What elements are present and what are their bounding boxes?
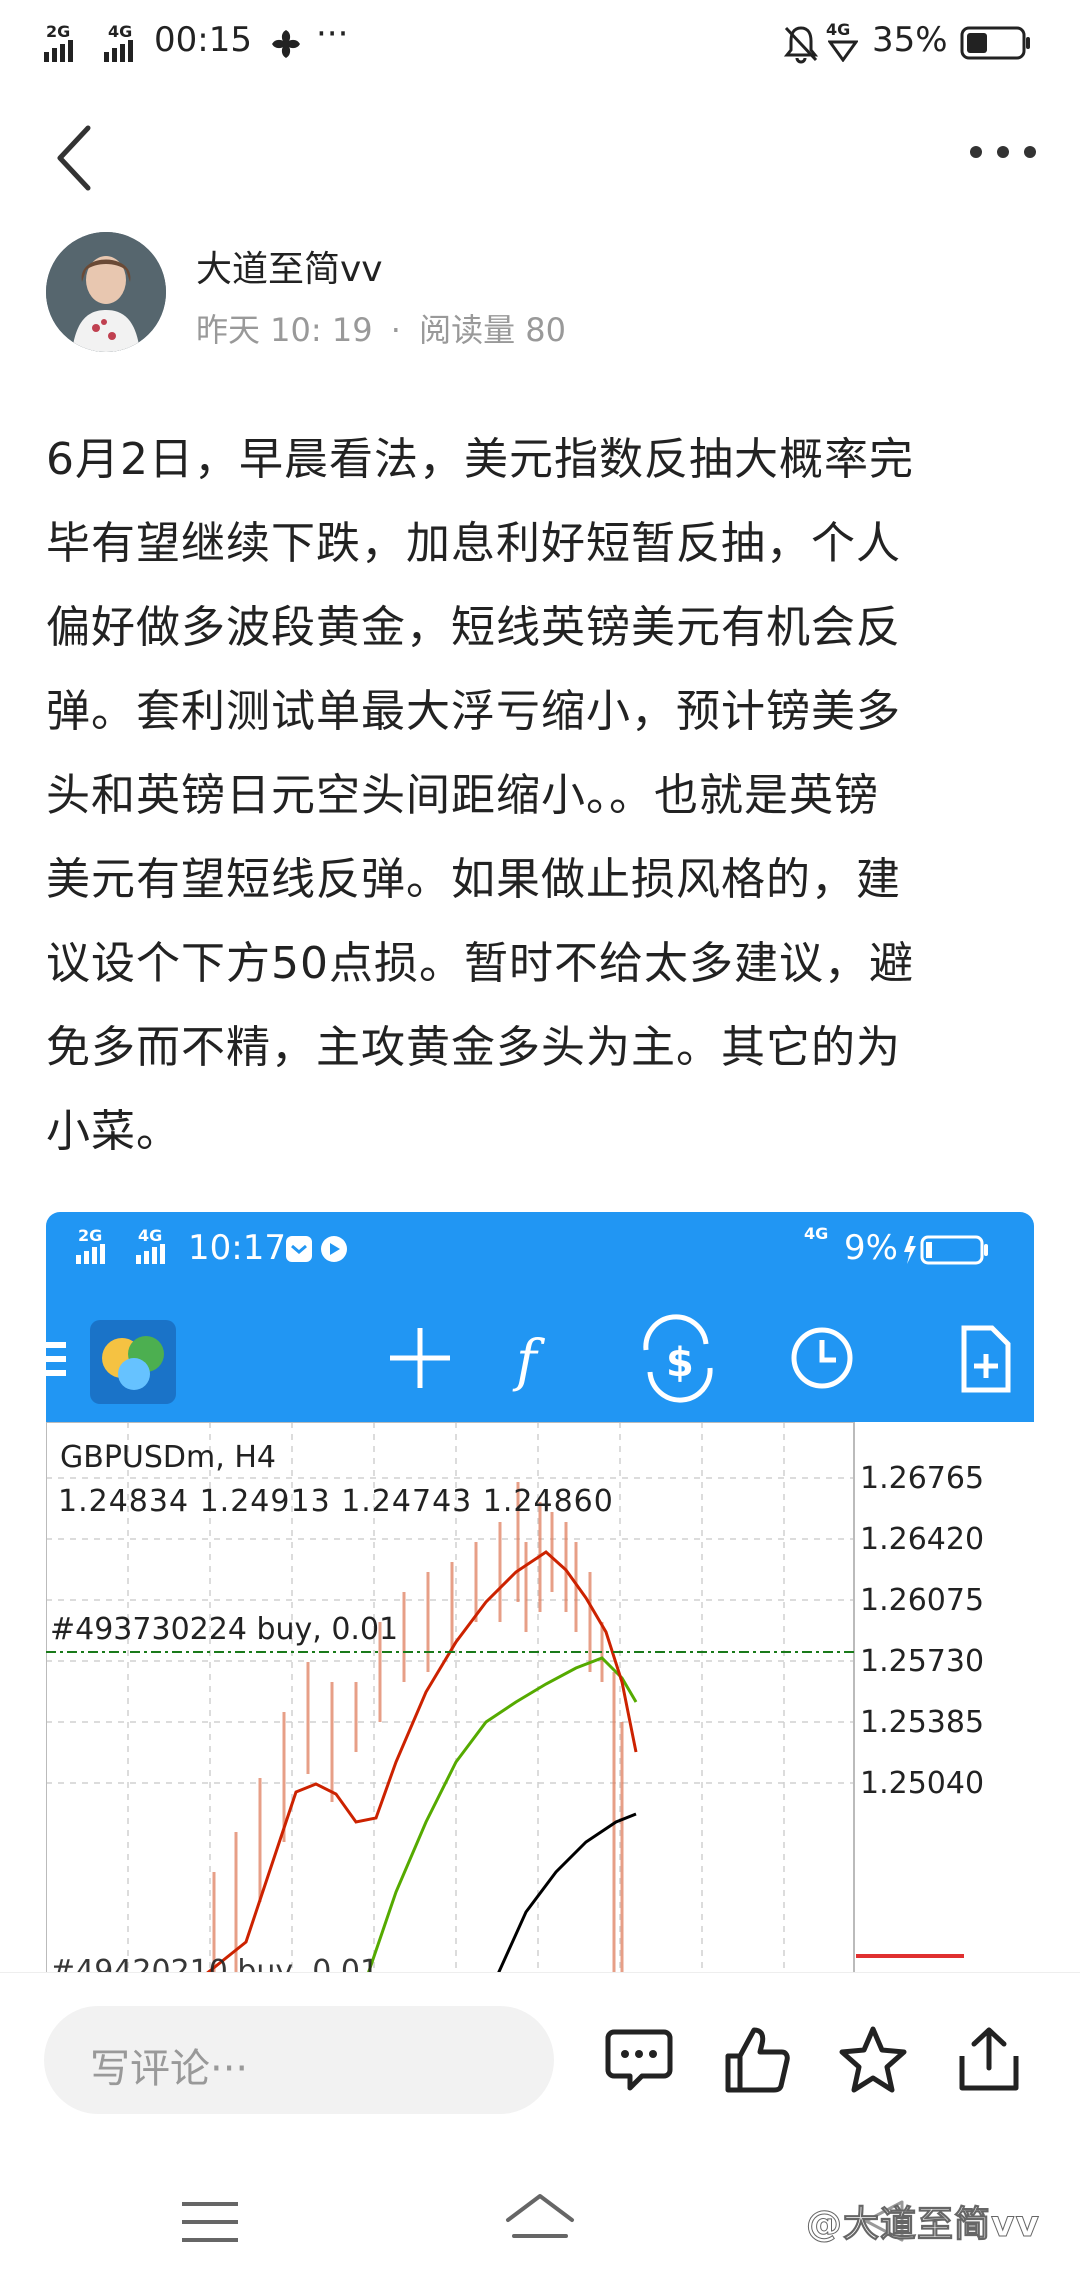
new-document-icon bbox=[961, 1325, 1011, 1393]
function-icon: f bbox=[512, 1329, 546, 1394]
order-label: #493730224 buy, 0.01 bbox=[50, 1612, 399, 1647]
more-notifications: ··· bbox=[316, 14, 349, 54]
embedded-toolbar: f $ bbox=[46, 1314, 1011, 1404]
price-tick-label: 1.25385 bbox=[860, 1705, 984, 1740]
signal-icon bbox=[44, 40, 73, 62]
back-icon[interactable] bbox=[52, 122, 102, 194]
status-bar: 2G 4G 00:15 ··· 4G 35% bbox=[0, 0, 1080, 84]
article-line: 小菜。 bbox=[46, 1106, 181, 1157]
price-tick-label: 1.25730 bbox=[860, 1644, 984, 1679]
network-4g-right-label: 4G bbox=[826, 20, 851, 39]
price-tick-label: 1.26075 bbox=[860, 1583, 984, 1618]
menu-lines-icon[interactable] bbox=[182, 2200, 238, 2244]
post-time: 昨天 10: 19 bbox=[196, 311, 373, 349]
embedded-notification-icons bbox=[286, 1236, 347, 1262]
embedded-status-bar: 2G 4G 10:17 4G 9% bbox=[46, 1212, 1034, 1292]
post-meta: 昨天 10: 19 · 阅读量 80 bbox=[196, 305, 566, 351]
post-image[interactable]: 2G 4G 10:17 4G 9% f $ 1.26765 1.26420 1.… bbox=[46, 1212, 1034, 1974]
embedded-signal-icon bbox=[76, 1244, 165, 1264]
more-options-icon[interactable] bbox=[968, 142, 1038, 162]
embedded-network-2g: 2G bbox=[78, 1226, 103, 1245]
mute-bell-icon bbox=[783, 26, 819, 64]
signal-triangle-icon bbox=[828, 40, 858, 62]
chart-symbol: GBPUSDm, H4 bbox=[60, 1440, 276, 1475]
article-body: 6月2日，早晨看法，美元指数反抽大概率完 毕有望继续下跌，加息利好短暂反抽，个人… bbox=[46, 418, 1036, 1174]
embedded-battery-icon bbox=[904, 1235, 988, 1265]
signal-icon bbox=[104, 40, 133, 62]
chart-ohlc: 1.24834 1.24913 1.24743 1.24860 bbox=[58, 1484, 614, 1519]
article-line: 美元有望短线反弹。如果做止损风格的，建 bbox=[46, 854, 901, 905]
share-icon[interactable] bbox=[954, 2024, 1024, 2096]
battery-percent: 35% bbox=[872, 20, 948, 60]
crosshair-icon bbox=[390, 1328, 450, 1388]
watermark: @大道至简vv bbox=[806, 2204, 1040, 2246]
comment-icon[interactable] bbox=[604, 2024, 674, 2096]
author-name[interactable]: 大道至简vv bbox=[196, 240, 383, 292]
embedded-network-4g: 4G bbox=[138, 1226, 163, 1245]
embedded-app-header: 2G 4G 10:17 4G 9% f $ bbox=[46, 1212, 1034, 1422]
current-price-marker bbox=[856, 1954, 964, 1958]
article-line: 头和英镑日元空头间距缩小。。也就是英镑 bbox=[46, 770, 879, 821]
price-tick-label: 1.26420 bbox=[860, 1522, 984, 1557]
star-icon[interactable] bbox=[838, 2024, 908, 2096]
order-label-2: #49420210 buy, 0.01 bbox=[50, 1954, 380, 1974]
price-tick-label: 1.25040 bbox=[860, 1766, 984, 1801]
network-4g-label: 4G bbox=[108, 22, 133, 41]
avatar-image bbox=[46, 232, 166, 352]
app-logo-icon bbox=[90, 1320, 176, 1404]
home-icon[interactable] bbox=[504, 2192, 576, 2248]
clock: 00:15 bbox=[154, 20, 252, 60]
svg-text:$: $ bbox=[666, 1340, 694, 1386]
article-line: 免多而不精，主攻黄金多头为主。其它的为 bbox=[46, 1022, 901, 1073]
article-line: 毕有望继续下跌，加息利好短暂反抽，个人 bbox=[46, 518, 901, 569]
battery-icon bbox=[960, 26, 1030, 60]
network-2g-label: 2G bbox=[46, 22, 71, 41]
menu-icon bbox=[46, 1342, 66, 1376]
article-line: 弹。套利测试单最大浮亏缩小，预计镑美多 bbox=[46, 686, 901, 737]
clock-icon bbox=[791, 1327, 853, 1389]
fan-icon bbox=[272, 30, 300, 58]
like-icon[interactable] bbox=[722, 2024, 792, 2096]
candles bbox=[212, 1482, 624, 1974]
avatar[interactable] bbox=[46, 232, 166, 352]
meta-separator: · bbox=[390, 311, 401, 349]
comment-placeholder: 写评论··· bbox=[90, 2046, 249, 2092]
article-line: 偏好做多波段黄金，短线英镑美元有机会反 bbox=[46, 602, 901, 653]
trade-icon: $ bbox=[643, 1314, 713, 1403]
embedded-clock: 10:17 bbox=[188, 1228, 286, 1268]
embedded-network-right: 4G bbox=[804, 1224, 829, 1243]
ma-green-line bbox=[366, 1656, 638, 1974]
embedded-battery-percent: 9% bbox=[844, 1228, 898, 1268]
article-line: 议设个下方50点损。暂时不给太多建议，避 bbox=[46, 938, 914, 989]
price-axis: 1.26765 1.26420 1.26075 1.25730 1.25385 1.250… bbox=[860, 1461, 984, 1801]
article-line: 6月2日，早晨看法，美元指数反抽大概率完 bbox=[46, 434, 914, 485]
read-count: 阅读量 80 bbox=[419, 311, 566, 349]
price-tick-label: 1.26765 bbox=[860, 1461, 984, 1496]
